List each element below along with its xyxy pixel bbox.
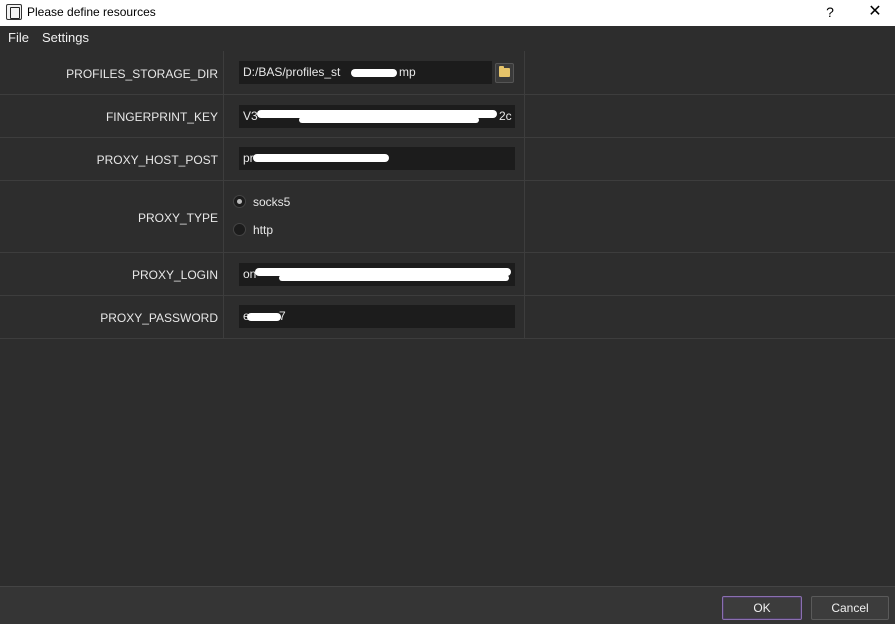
radio-http[interactable] bbox=[233, 223, 246, 236]
proxy-host-post-input[interactable]: pr bbox=[239, 147, 515, 170]
row-fingerprint-key: FINGERPRINT_KEY V3 2c bbox=[0, 95, 895, 138]
redaction-scribble bbox=[279, 275, 509, 281]
proxy-host-post-label: PROXY_HOST_POST bbox=[96, 153, 218, 167]
window-title: Please define resources bbox=[27, 5, 156, 19]
menu-settings[interactable]: Settings bbox=[42, 30, 89, 45]
menu-file[interactable]: File bbox=[8, 30, 29, 45]
radio-http-label[interactable]: http bbox=[253, 223, 273, 237]
radio-socks5[interactable] bbox=[233, 195, 246, 208]
proxy-password-value-tail: 7 bbox=[279, 309, 286, 323]
row-proxy-type: PROXY_TYPE socks5 http bbox=[0, 181, 895, 253]
folder-icon bbox=[499, 66, 510, 77]
proxy-login-label: PROXY_LOGIN bbox=[131, 268, 218, 282]
profiles-storage-dir-input[interactable]: D:/BAS/profiles_st mp bbox=[239, 61, 492, 84]
profiles-storage-dir-value: D:/BAS/profiles_st bbox=[243, 65, 341, 79]
profiles-storage-dir-value-tail: mp bbox=[399, 65, 416, 79]
proxy-password-input[interactable]: e 7 bbox=[239, 305, 515, 328]
redaction-scribble bbox=[299, 117, 479, 123]
proxy-type-label: PROXY_TYPE bbox=[137, 211, 218, 225]
row-proxy-login: PROXY_LOGIN on bbox=[0, 253, 895, 296]
row-proxy-password: PROXY_PASSWORD e 7 bbox=[0, 296, 895, 339]
cancel-button[interactable]: Cancel bbox=[811, 596, 889, 620]
proxy-login-input[interactable]: on bbox=[239, 263, 515, 286]
help-button[interactable]: ? bbox=[820, 2, 840, 22]
fingerprint-key-value: V3 bbox=[243, 109, 258, 123]
dialog-footer: OK Cancel bbox=[0, 586, 895, 624]
row-proxy-host-post: PROXY_HOST_POST pr bbox=[0, 138, 895, 181]
fingerprint-key-value-tail: 2c bbox=[499, 109, 512, 123]
proxy-password-label: PROXY_PASSWORD bbox=[100, 311, 218, 325]
fingerprint-key-input[interactable]: V3 2c bbox=[239, 105, 515, 128]
radio-socks5-label[interactable]: socks5 bbox=[253, 195, 290, 209]
redaction-scribble bbox=[247, 313, 281, 321]
browse-folder-button[interactable] bbox=[495, 63, 514, 83]
redaction-scribble bbox=[351, 69, 397, 77]
app-icon bbox=[6, 4, 22, 20]
title-bar: Please define resources ? ✕ bbox=[0, 0, 895, 26]
resources-form: PROFILES_STORAGE_DIR D:/BAS/profiles_st … bbox=[0, 51, 895, 339]
row-profiles-storage-dir: PROFILES_STORAGE_DIR D:/BAS/profiles_st … bbox=[0, 51, 895, 95]
redaction-scribble bbox=[253, 154, 389, 162]
close-button[interactable]: ✕ bbox=[862, 2, 888, 22]
menu-bar: File Settings bbox=[0, 26, 895, 48]
profiles-storage-dir-label: PROFILES_STORAGE_DIR bbox=[66, 67, 218, 81]
fingerprint-key-label: FINGERPRINT_KEY bbox=[105, 110, 218, 124]
proxy-login-value: on bbox=[243, 267, 257, 281]
ok-button[interactable]: OK bbox=[722, 596, 802, 620]
